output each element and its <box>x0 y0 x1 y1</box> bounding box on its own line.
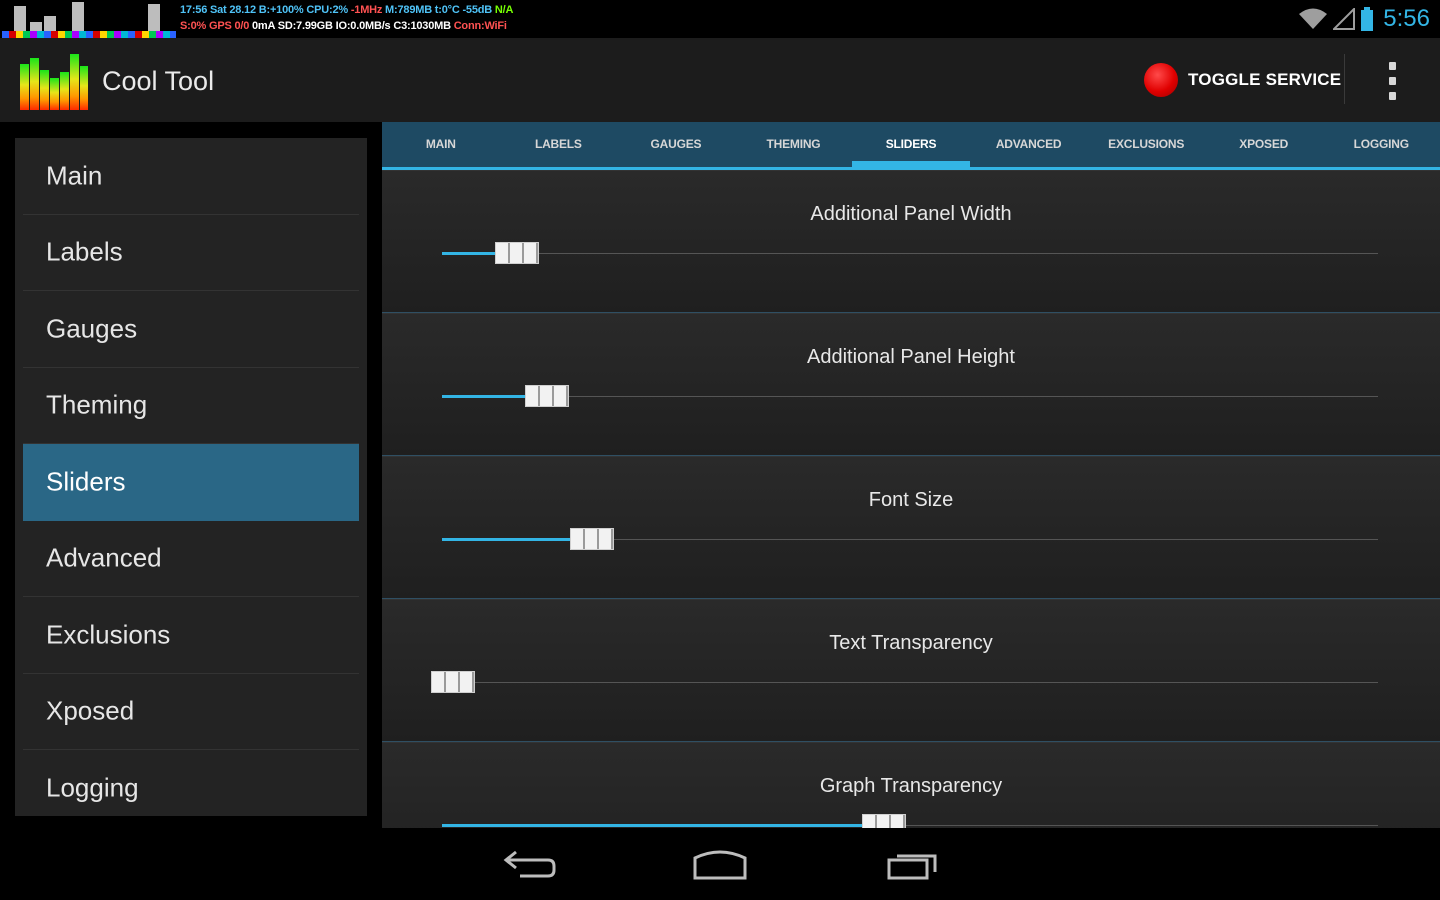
sidebar-item-theming[interactable]: Theming <box>23 368 359 444</box>
status-io: IO:0.0MB/s C3:1030MB <box>335 20 454 32</box>
sidebar-item-logging[interactable]: Logging <box>23 750 359 816</box>
sidebar-item-label: Exclusions <box>46 619 171 650</box>
tab-logging[interactable]: LOGGING <box>1323 122 1440 167</box>
slider-panel: Additional Panel Width <box>382 170 1440 313</box>
sidebar-item-label: Sliders <box>46 466 126 497</box>
slider-title: Additional Panel Width <box>810 203 1012 225</box>
status-graph-icon <box>0 0 178 38</box>
slider-panel: Graph Transparency <box>382 742 1440 828</box>
status-s: S:0% <box>180 20 209 32</box>
font-size-slider[interactable] <box>442 528 1378 550</box>
tab-labels[interactable]: LABELS <box>500 122 618 167</box>
settings-sidebar: Main Labels Gauges Theming Sliders Advan… <box>15 138 367 816</box>
battery-icon <box>1361 7 1374 31</box>
status-na: N/A <box>494 4 514 16</box>
sidebar-item-main[interactable]: Main <box>23 138 359 215</box>
system-nav-bar <box>0 828 1440 900</box>
sidebar-item-label: Advanced <box>46 542 162 573</box>
slider-title: Font Size <box>868 489 954 511</box>
red-dot-icon <box>1144 63 1178 97</box>
status-line-1: 17:56 Sat 28.12 B:+100% CPU:2% -1MHz M:7… <box>180 4 513 16</box>
status-sd: 0mA SD:7.99GB <box>249 20 336 32</box>
sliders-content: Additional Panel Width Additional Panel … <box>382 170 1440 828</box>
overflow-menu-icon[interactable] <box>1380 62 1404 100</box>
slider-title: Graph Transparency <box>819 775 1003 797</box>
app-title: Cool Tool <box>102 66 215 96</box>
status-icons: 5:56 <box>1299 4 1430 34</box>
sidebar-item-label: Labels <box>46 236 123 267</box>
sidebar-item-sliders[interactable]: Sliders <box>23 444 359 521</box>
toggle-service-label: TOGGLE SERVICE <box>1188 70 1342 89</box>
recents-icon[interactable] <box>883 844 943 884</box>
slider-thumb[interactable] <box>524 385 569 407</box>
tab-main[interactable]: MAIN <box>382 122 500 167</box>
status-gps: GPS 0/0 <box>208 20 250 32</box>
tab-exclusions[interactable]: EXCLUSIONS <box>1087 122 1205 167</box>
sidebar-item-label: Xposed <box>46 695 135 726</box>
tab-advanced[interactable]: ADVANCED <box>970 122 1088 167</box>
sidebar-item-label: Gauges <box>46 313 138 344</box>
sidebar-item-label: Logging <box>46 772 139 803</box>
tab-sliders[interactable]: SLIDERS <box>852 122 970 167</box>
additional-panel-height-slider[interactable] <box>442 385 1378 407</box>
sidebar-item-label: Theming <box>46 389 148 420</box>
status-memory: M:789MB t:0°C -55dB <box>382 4 495 16</box>
wifi-icon <box>1299 8 1328 29</box>
sidebar-item-labels[interactable]: Labels <box>23 215 359 291</box>
text-transparency-slider[interactable] <box>431 671 1378 693</box>
toggle-service-button[interactable]: TOGGLE SERVICE <box>1144 56 1341 104</box>
tab-theming[interactable]: THEMING <box>735 122 853 167</box>
action-bar: Cool Tool TOGGLE SERVICE <box>0 38 1440 122</box>
sidebar-item-xposed[interactable]: Xposed <box>23 674 359 750</box>
slider-title: Text Transparency <box>829 632 993 654</box>
slider-panel: Font Size <box>382 456 1440 599</box>
tab-strip: MAIN LABELS GAUGES THEMING SLIDERS ADVAN… <box>382 122 1440 170</box>
sidebar-item-label: Main <box>46 160 103 191</box>
action-divider <box>1344 54 1345 104</box>
home-icon[interactable] <box>690 844 750 884</box>
status-text: 17:56 Sat 28.12 B:+100% CPU:2% <box>180 4 351 16</box>
slider-thumb[interactable] <box>569 528 614 550</box>
slider-panel: Text Transparency <box>382 599 1440 742</box>
app-logo-icon <box>20 54 88 110</box>
slider-thumb[interactable] <box>431 671 476 693</box>
signal-icon <box>1333 8 1356 30</box>
slider-title: Additional Panel Height <box>807 346 1015 368</box>
status-bar: 17:56 Sat 28.12 B:+100% CPU:2% -1MHz M:7… <box>0 0 1440 38</box>
sidebar-item-exclusions[interactable]: Exclusions <box>23 597 359 674</box>
tab-xposed[interactable]: XPOSED <box>1205 122 1323 167</box>
graph-transparency-slider[interactable] <box>442 814 1378 828</box>
sidebar-item-advanced[interactable]: Advanced <box>23 521 359 597</box>
slider-panel: Additional Panel Height <box>382 313 1440 456</box>
slider-thumb[interactable] <box>494 242 539 264</box>
status-conn: Conn:WiFi <box>453 20 507 32</box>
tab-gauges[interactable]: GAUGES <box>617 122 735 167</box>
slider-fill <box>442 824 884 827</box>
slider-thumb[interactable] <box>861 814 906 828</box>
status-line-2: S:0% GPS 0/0 0mA SD:7.99GB IO:0.0MB/s C3… <box>180 20 507 32</box>
clock: 5:56 <box>1383 5 1430 32</box>
back-icon[interactable] <box>498 844 558 884</box>
status-freq: -1MHz <box>350 4 383 16</box>
sidebar-item-gauges[interactable]: Gauges <box>23 291 359 368</box>
additional-panel-width-slider[interactable] <box>442 242 1378 264</box>
